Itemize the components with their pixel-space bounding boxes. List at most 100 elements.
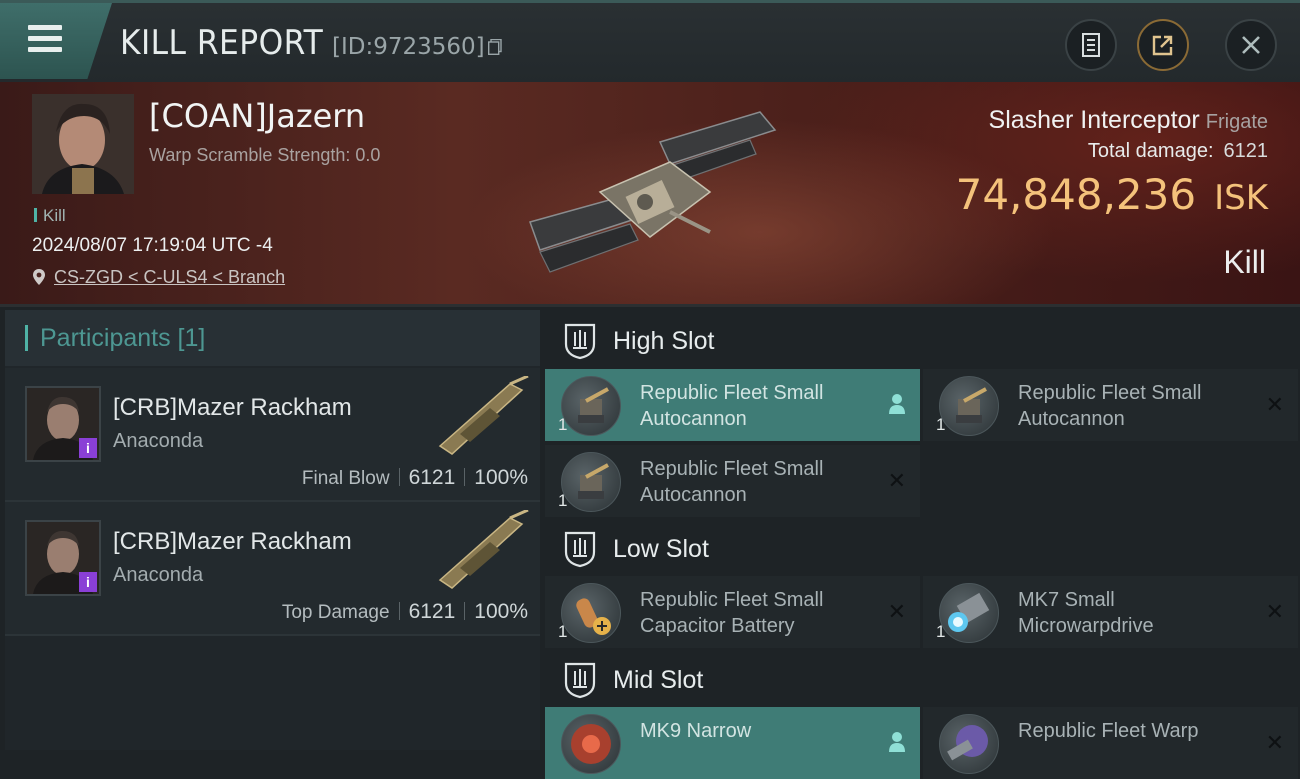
participant-percent: 100% (474, 600, 528, 623)
high-slot-icon (564, 323, 596, 360)
high-slot-header: High Slot (545, 310, 1300, 372)
module-name: MK7 Small Microwarpdrive (1018, 587, 1154, 639)
low-slot-icon (564, 531, 596, 568)
module-quantity: 1 (936, 622, 946, 641)
module-name-line2: Microwarpdrive (1018, 615, 1154, 637)
module-item[interactable]: 1 Republic Fleet Small Autocannon ✕ (923, 369, 1298, 441)
close-button[interactable] (1225, 19, 1277, 71)
autocannon-icon (939, 376, 999, 436)
microwarpdrive-icon (939, 583, 999, 643)
participant-damage: 6121 (408, 466, 456, 489)
total-damage-label: Total damage: (1087, 140, 1214, 162)
share-button[interactable] (1137, 19, 1189, 71)
module-item[interactable]: 1 Republic Fleet Small Autocannon ✕ (545, 445, 920, 517)
info-badge[interactable]: i (79, 572, 97, 592)
module-name-line1: Republic Fleet Warp (1018, 720, 1199, 742)
module-name-line2: Autocannon (640, 408, 747, 430)
module-name-line2: Autocannon (640, 484, 747, 506)
weapon-icon (438, 376, 529, 455)
victim-ship-image[interactable] (520, 102, 780, 282)
participant-role: Final Blow (301, 468, 390, 489)
menu-icon (28, 25, 62, 58)
high-slot-label: High Slot (613, 326, 715, 355)
page-title: KILL REPORT (120, 23, 324, 63)
module-item[interactable]: Republic Fleet Warp ✕ (923, 707, 1298, 779)
isk-amount: 74,848,236 (955, 170, 1197, 219)
module-item[interactable]: 1 MK7 Small Microwarpdrive ✕ (923, 576, 1298, 648)
participant-row[interactable]: i [CRB]Mazer Rackham Anaconda Top Damage… (5, 502, 540, 636)
module-item[interactable]: 1 Republic Fleet Small Capacitor Battery… (545, 576, 920, 648)
module-name-line1: Republic Fleet Small (640, 589, 824, 611)
participant-name[interactable]: [CRB]Mazer Rackham (113, 528, 352, 556)
fitting-panel: High Slot 1 Republic Fleet Small Autocan… (545, 310, 1300, 779)
kill-type-tag: Kill (34, 206, 66, 226)
victim-banner: [COAN]Jazern Warp Scramble Strength: 0.0… (0, 82, 1300, 307)
participant-row[interactable]: i [CRB]Mazer Rackham Anaconda Final Blow… (5, 368, 540, 502)
person-icon[interactable] (888, 393, 906, 415)
warp-module-icon (939, 714, 999, 774)
module-name-line1: MK9 Narrow (640, 720, 752, 742)
participant-name[interactable]: [CRB]Mazer Rackham (113, 394, 352, 422)
module-quantity: 1 (558, 622, 568, 641)
autocannon-icon (561, 376, 621, 436)
location-link[interactable]: CS-ZGD < C-ULS4 < Branch (54, 267, 285, 287)
participant-stats: Top Damage 6121 100% (282, 600, 528, 624)
participant-stats: Final Blow 6121 100% (302, 466, 528, 490)
menu-button[interactable] (0, 3, 112, 79)
x-icon[interactable]: ✕ (1266, 600, 1284, 625)
module-item[interactable]: MK9 Narrow (545, 707, 920, 779)
copy-icon[interactable] (488, 39, 502, 55)
document-button[interactable] (1065, 19, 1117, 71)
mid-slot-header: Mid Slot (545, 649, 1300, 711)
close-icon (1242, 36, 1260, 54)
capacitor-battery-icon (561, 583, 621, 643)
participant-ship: Anaconda (113, 564, 204, 586)
module-name: Republic Fleet Small Autocannon (1018, 380, 1201, 432)
top-bar: KILL REPORT [ID:9723560] (0, 0, 1300, 82)
module-quantity: 1 (936, 415, 946, 434)
info-badge[interactable]: i (79, 438, 97, 458)
participant-portrait[interactable]: i (25, 386, 101, 462)
participants-header: Participants [1] (5, 310, 540, 366)
low-slot-header: Low Slot (545, 518, 1300, 580)
participant-portrait[interactable]: i (25, 520, 101, 596)
total-damage-value: 6121 (1223, 140, 1269, 162)
participant-damage: 6121 (408, 600, 456, 623)
module-name-line2: Autocannon (1018, 408, 1125, 430)
victim-portrait[interactable] (32, 94, 134, 194)
participants-panel: Participants [1] i [CRB]Mazer Rackham An… (5, 310, 540, 750)
module-quantity: 1 (558, 491, 568, 510)
module-name: Republic Fleet Warp (1018, 718, 1198, 744)
isk-unit: ISK (1214, 178, 1268, 218)
module-name: Republic Fleet Small Capacitor Battery (640, 587, 823, 639)
divider (464, 602, 466, 620)
module-name-line1: Republic Fleet Small (640, 458, 824, 480)
x-icon[interactable]: ✕ (1266, 731, 1284, 756)
module-name-line2: Capacitor Battery (640, 615, 795, 637)
x-icon[interactable]: ✕ (1266, 393, 1284, 418)
report-id: [ID:9723560] (332, 34, 485, 60)
divider (398, 602, 400, 620)
mid-slot-icon (564, 662, 596, 699)
module-name-line1: Republic Fleet Small (640, 382, 824, 404)
isk-value: 74,848,236 ISK (956, 170, 1268, 219)
ship-name-text: Slasher Interceptor (988, 106, 1200, 134)
weapon-icon (438, 510, 529, 589)
autocannon-icon (561, 452, 621, 512)
victim-name[interactable]: [COAN]Jazern (149, 97, 365, 135)
participant-ship: Anaconda (113, 430, 204, 452)
module-quantity: 1 (558, 415, 568, 434)
ship-class: Frigate (1205, 111, 1268, 133)
module-name: MK9 Narrow (640, 718, 751, 744)
module-item[interactable]: 1 Republic Fleet Small Autocannon (545, 369, 920, 441)
x-icon[interactable]: ✕ (888, 469, 906, 494)
victim-ship-name[interactable]: Slasher Interceptor Frigate (989, 106, 1268, 135)
module-name-line1: MK7 Small (1018, 589, 1115, 611)
x-icon[interactable]: ✕ (888, 600, 906, 625)
location-pin-icon (33, 269, 45, 285)
kill-location[interactable]: CS-ZGD < C-ULS4 < Branch (32, 267, 285, 288)
participant-role: Top Damage (281, 602, 390, 623)
module-name: Republic Fleet Small Autocannon (640, 456, 823, 508)
mid-slot-label: Mid Slot (613, 665, 704, 694)
module-name: Republic Fleet Small Autocannon (640, 380, 823, 432)
